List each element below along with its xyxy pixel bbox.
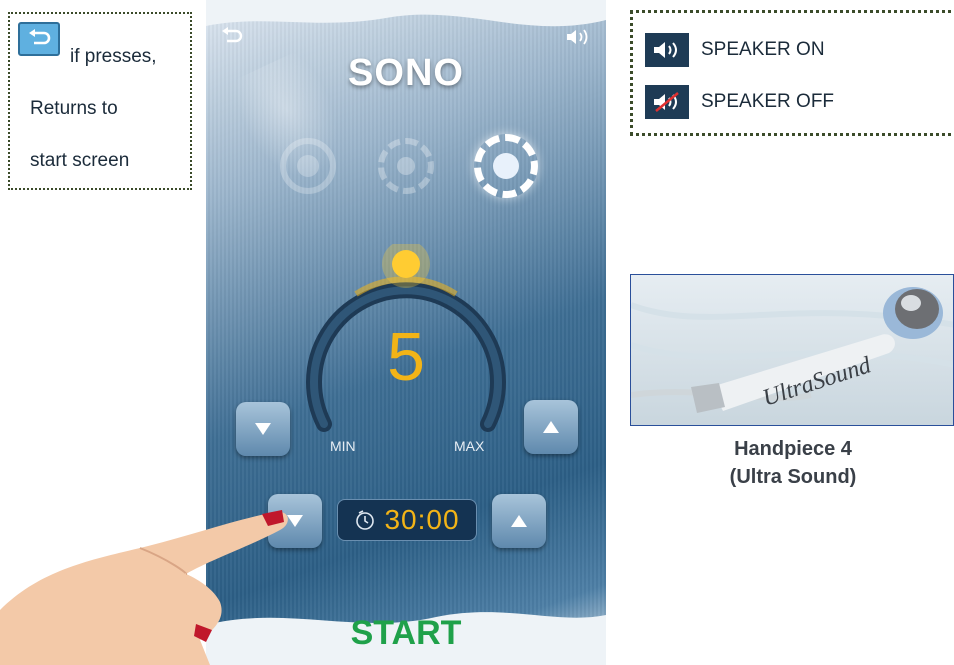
return-icon	[18, 22, 60, 56]
timer-display: 30:00	[337, 499, 477, 541]
mode-icon-1[interactable]	[280, 138, 336, 194]
note-text-line2: Returns to	[30, 98, 118, 119]
speaker-on-icon	[645, 33, 689, 67]
mode-icon-2[interactable]	[378, 138, 434, 194]
speaker-on-row: SPEAKER ON	[645, 33, 825, 67]
speaker-legend-box: SPEAKER ON SPEAKER OFF	[630, 10, 954, 136]
max-label: MAX	[454, 438, 485, 454]
clock-icon	[356, 510, 375, 530]
speaker-toggle-button[interactable]	[566, 28, 594, 48]
arrow-up-icon	[543, 421, 559, 433]
top-wave	[206, 0, 606, 27]
caption-line1: Handpiece 4	[734, 438, 852, 460]
return-note-box: if presses, Returns to start screen	[8, 12, 192, 190]
min-label: MIN	[330, 438, 356, 454]
note-text-line1: if presses,	[70, 46, 157, 67]
intensity-up-button[interactable]	[524, 400, 578, 454]
arrow-down-icon	[255, 423, 271, 435]
caption-line2: (Ultra Sound)	[729, 466, 857, 488]
intensity-down-button[interactable]	[236, 402, 290, 456]
speaker-off-label: SPEAKER OFF	[701, 91, 835, 112]
speaker-on-label: SPEAKER ON	[701, 39, 825, 60]
back-button[interactable]	[220, 26, 246, 48]
speaker-off-row: SPEAKER OFF	[645, 85, 834, 119]
timer-up-button[interactable]	[492, 494, 546, 548]
mode-icon-3-selected[interactable]	[474, 134, 538, 198]
note-text-line3: start screen	[30, 150, 130, 171]
arrow-up-icon	[511, 515, 527, 527]
pointing-hand-image	[0, 510, 288, 665]
intensity-level: 5	[387, 319, 425, 395]
timer-value: 30:00	[384, 504, 460, 535]
speaker-off-icon	[645, 85, 689, 119]
handpiece-photo: UltraSound	[630, 274, 954, 426]
